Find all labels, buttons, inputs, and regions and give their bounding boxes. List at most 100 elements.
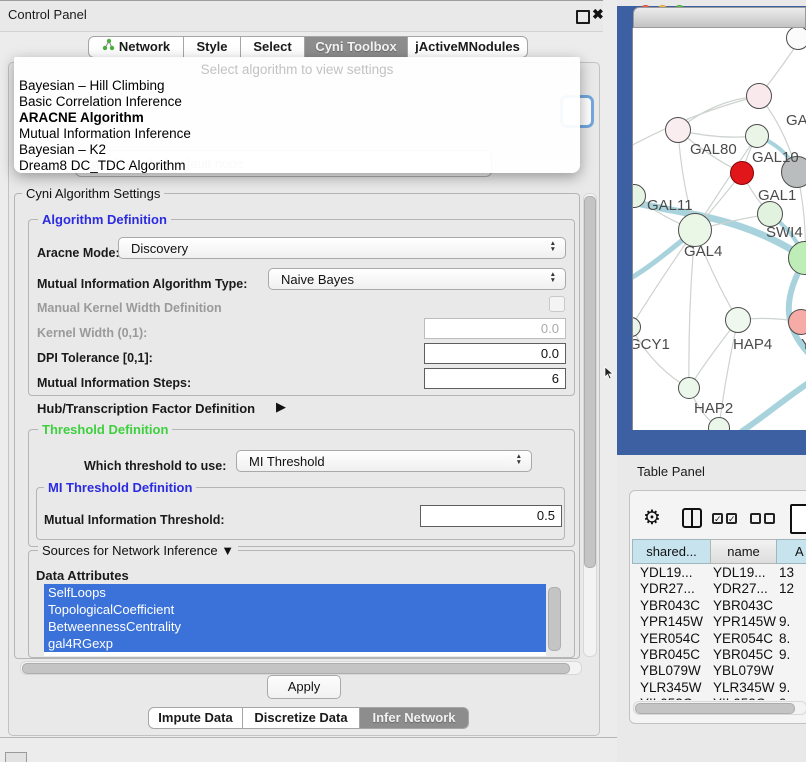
collapse-arrow-icon[interactable]: ▼: [221, 543, 234, 558]
list-scrollbar[interactable]: [548, 587, 561, 651]
table-panel-title: Table Panel: [637, 464, 705, 479]
network-node[interactable]: [745, 124, 769, 148]
aracne-mode-combo[interactable]: Discovery ▲▼: [118, 237, 566, 259]
network-canvas[interactable]: GAL GAL80 GAL10 GAL1 GAL11 GAL4 SWI4 GCY…: [632, 28, 806, 430]
mi-threshold-label: Mutual Information Threshold:: [44, 513, 225, 527]
tab-impute-data[interactable]: Impute Data: [148, 707, 243, 729]
hub-expander-label[interactable]: Hub/Transcription Factor Definition: [37, 401, 255, 416]
table-rows: YDL19...YDL19...13 YDR27...YDR27...12 YB…: [632, 565, 806, 700]
menu-item-bayesian-hill-climbing[interactable]: Bayesian – Hill Climbing: [19, 78, 165, 94]
node-label: HAP4: [733, 336, 772, 353]
top-tab-bar: Network Style Select Cyni Toolbox jActiv…: [88, 36, 528, 58]
column-header-partial[interactable]: A: [776, 539, 806, 564]
dpi-tolerance-field[interactable]: 0.0: [424, 343, 566, 364]
table-row[interactable]: YIL052CYIL052C9: [632, 696, 806, 700]
menu-item-dream8[interactable]: Dream8 DC_TDC Algorithm: [19, 158, 186, 174]
select-all-columns-icon2[interactable]: ✓: [726, 513, 737, 524]
which-threshold-combo[interactable]: MI Threshold ▲▼: [236, 450, 532, 472]
network-node-highlighted[interactable]: [730, 161, 754, 185]
tab-cyni-toolbox[interactable]: Cyni Toolbox: [305, 36, 408, 58]
network-icon: [102, 36, 115, 58]
apply-button[interactable]: Apply: [267, 675, 341, 699]
data-attributes-list: SelfLoops TopologicalCoefficient Between…: [44, 584, 546, 656]
control-panel-titlebar: [0, 0, 603, 32]
combo-arrows-icon: ▲▼: [550, 241, 556, 253]
settings-group-title: Cyni Algorithm Settings: [22, 186, 164, 201]
menu-item-bayesian-k2[interactable]: Bayesian – K2: [19, 142, 106, 158]
network-node[interactable]: [678, 213, 712, 247]
dropdown-placeholder: Select algorithm to view settings: [14, 62, 580, 77]
screen: Control Panel ✖ Network Style Select Cyn…: [0, 0, 806, 762]
tab-jactivemnodules[interactable]: jActiveMNodules: [408, 36, 528, 58]
table-row[interactable]: YLR345WYLR345W9.: [632, 680, 806, 696]
export-table-icon[interactable]: [790, 504, 806, 534]
node-label: Y: [801, 336, 806, 353]
bottom-left-button[interactable]: [5, 752, 27, 762]
expander-arrow-icon[interactable]: ▶: [276, 399, 286, 415]
algorithm-definition-title: Algorithm Definition: [38, 212, 171, 227]
table-row[interactable]: YDR27...YDR27...12: [632, 581, 806, 597]
mi-threshold-definition-title: MI Threshold Definition: [44, 480, 196, 495]
aracne-mode-label: Aracne Mode:: [37, 246, 120, 260]
tab-style[interactable]: Style: [184, 36, 241, 58]
tab-discretize-data[interactable]: Discretize Data: [243, 707, 360, 729]
close-panel-icon[interactable]: ✖: [592, 6, 604, 23]
threshold-definition-title: Threshold Definition: [38, 422, 172, 437]
settings-vscrollbar-thumb[interactable]: [584, 196, 596, 568]
list-item[interactable]: gal4RGexp: [44, 635, 546, 652]
bottom-divider: [0, 737, 617, 738]
mi-steps-label: Mutual Information Steps:: [37, 376, 191, 390]
tab-infer-network[interactable]: Infer Network: [360, 707, 469, 729]
kernel-width-field[interactable]: 0.0: [424, 318, 566, 339]
menu-item-basic-correlation[interactable]: Basic Correlation Inference: [19, 94, 182, 110]
tab-network[interactable]: Network: [88, 36, 184, 58]
node-label: SWI4: [766, 224, 803, 241]
mi-type-combo[interactable]: Naive Bayes ▲▼: [268, 268, 566, 290]
network-node[interactable]: [665, 117, 691, 143]
column-header-name[interactable]: name: [710, 539, 777, 564]
table-row[interactable]: YBL079WYBL079W: [632, 663, 806, 679]
mouse-cursor: [604, 366, 614, 383]
unselect-all-columns-icon[interactable]: [750, 513, 761, 524]
list-item[interactable]: TopologicalCoefficient: [44, 601, 546, 618]
network-node[interactable]: [725, 307, 751, 333]
float-panel-icon[interactable]: [576, 10, 590, 24]
network-node[interactable]: [746, 83, 772, 109]
unselect-all-columns-icon2[interactable]: [764, 513, 775, 524]
table-row[interactable]: YER054CYER054C8.: [632, 631, 806, 647]
node-label: GAL4: [684, 243, 722, 260]
network-window-titlebar[interactable]: [633, 7, 806, 28]
table-row[interactable]: YDL19...YDL19...13: [632, 565, 806, 581]
manual-kernel-checkbox[interactable]: [549, 296, 565, 312]
bottom-tab-bar: Impute Data Discretize Data Infer Networ…: [148, 707, 469, 729]
menu-item-mutual-information[interactable]: Mutual Information Inference: [19, 126, 191, 142]
table-hscrollbar-thumb[interactable]: [635, 703, 795, 714]
network-node[interactable]: [786, 28, 806, 50]
settings-hscrollbar-thumb[interactable]: [22, 663, 570, 674]
node-label: HAP2: [694, 400, 733, 417]
table-row[interactable]: YPR145WYPR145W9.: [632, 614, 806, 630]
list-item[interactable]: SelfLoops: [44, 584, 546, 601]
table-row[interactable]: YBR045CYBR045C9.: [632, 647, 806, 663]
node-label: GAL80: [690, 141, 737, 158]
columns-icon[interactable]: [682, 508, 702, 528]
mi-steps-field[interactable]: 6: [424, 368, 566, 389]
menu-item-aracne[interactable]: ARACNE Algorithm: [19, 110, 144, 126]
combo-arrows-icon: ▲▼: [516, 454, 522, 466]
column-header-shared-name[interactable]: shared...: [632, 539, 711, 564]
mi-threshold-field[interactable]: 0.5: [420, 505, 562, 527]
dpi-tolerance-label: DPI Tolerance [0,1]:: [37, 351, 153, 365]
node-label: GAL: [786, 112, 806, 129]
control-panel-title: Control Panel: [8, 7, 87, 22]
gear-icon[interactable]: ⚙: [643, 505, 661, 530]
table-row[interactable]: YBR043CYBR043C: [632, 598, 806, 614]
tab-select[interactable]: Select: [241, 36, 305, 58]
select-all-columns-icon[interactable]: ✓: [712, 513, 723, 524]
network-node[interactable]: [678, 377, 700, 399]
mi-type-label: Mutual Information Algorithm Type:: [37, 277, 247, 291]
data-attributes-label: Data Attributes: [36, 568, 129, 583]
manual-kernel-label: Manual Kernel Width Definition: [37, 301, 222, 315]
list-item[interactable]: BetweennessCentrality: [44, 618, 546, 635]
node-label: GCY1: [632, 336, 670, 353]
node-label: GAL1: [758, 187, 796, 204]
